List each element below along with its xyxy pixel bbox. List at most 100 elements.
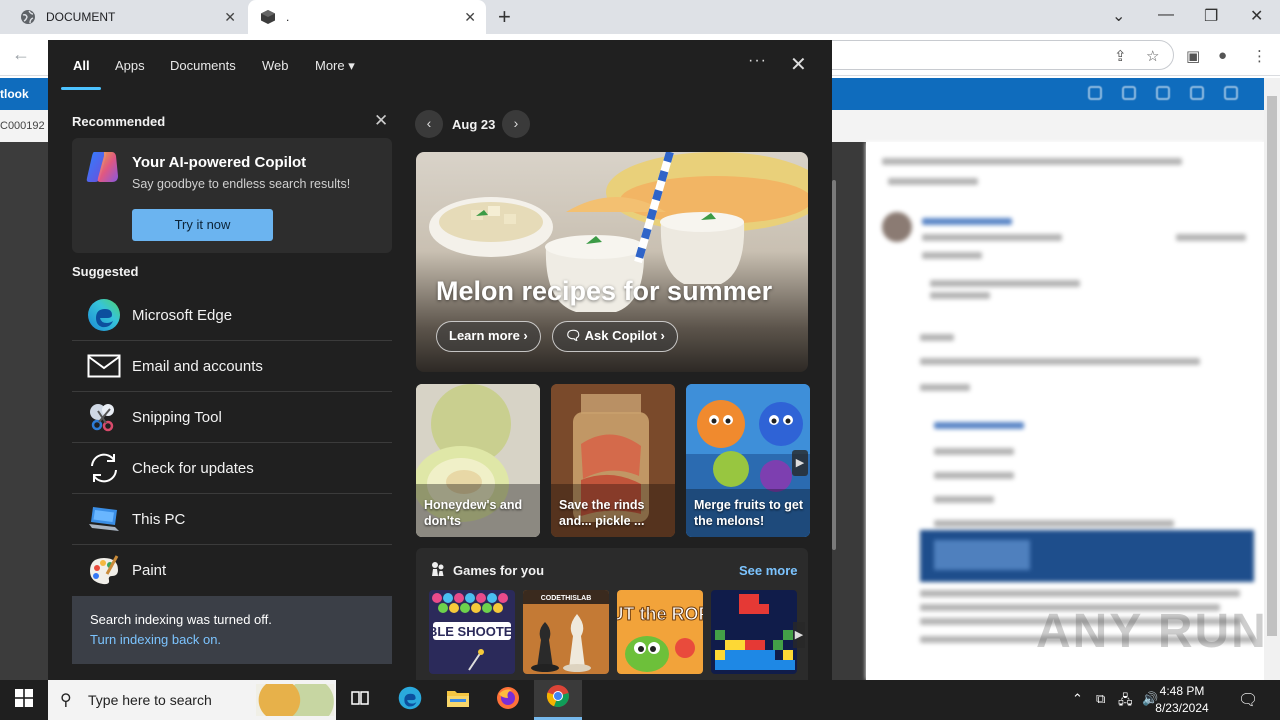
indexing-notice: Search indexing was turned off. Turn ind… xyxy=(72,596,392,664)
laptop-icon xyxy=(86,501,122,537)
toolbar-icon[interactable] xyxy=(1190,86,1204,100)
tab-close-icon[interactable]: ✕ xyxy=(464,9,476,26)
outlook-reading-pane xyxy=(866,142,1264,680)
outlook-subbar-text: C000192 xyxy=(0,120,45,132)
taskbar-search-box[interactable]: ⚲ Type here to search xyxy=(48,680,336,720)
panel-scrollbar[interactable] xyxy=(832,180,836,550)
app-label: This PC xyxy=(132,510,186,528)
side-panel-icon[interactable]: ▣ xyxy=(1186,47,1200,65)
chess-pawn-icon xyxy=(430,561,446,577)
refresh-icon xyxy=(86,450,122,486)
taskbar-chrome[interactable] xyxy=(534,680,582,720)
game-label: CODETHISLAB xyxy=(541,595,592,602)
see-more-games-link[interactable]: See more xyxy=(739,563,798,578)
suggested-app-edge[interactable]: Microsoft Edge xyxy=(72,290,392,341)
copilot-subtitle: Say goodbye to endless search results! xyxy=(132,177,351,191)
edge-icon xyxy=(86,297,122,333)
cube-icon xyxy=(260,9,276,25)
menu-kebab-icon[interactable]: ⋮ xyxy=(1252,47,1267,65)
tab-apps[interactable]: Apps xyxy=(115,58,145,73)
toolbar-icon[interactable] xyxy=(1088,86,1102,100)
chat-bubble-icon: 🗨 xyxy=(565,328,582,343)
suggested-app-paint[interactable]: Paint xyxy=(72,545,392,596)
windows-search-panel: All Apps Documents Web More ▾ ··· ✕ Reco… xyxy=(48,40,836,680)
games-heading: Games for you xyxy=(453,563,545,578)
start-button[interactable] xyxy=(0,680,48,720)
outlook-left-pane xyxy=(0,142,48,680)
tab-close-icon[interactable]: ✕ xyxy=(224,9,236,26)
next-day-button[interactable]: › xyxy=(502,110,530,138)
chess-image: CODETHISLAB xyxy=(523,590,609,674)
back-arrow-icon[interactable]: ← xyxy=(12,44,30,65)
notification-icon[interactable]: 🗨 xyxy=(1238,690,1258,710)
previous-day-button[interactable]: ‹ xyxy=(415,110,443,138)
edge-icon xyxy=(398,686,422,715)
learn-more-label: Learn more xyxy=(449,328,520,343)
taskbar-file-explorer[interactable] xyxy=(434,680,482,720)
games-next-arrow-icon[interactable]: ▶ xyxy=(793,622,805,648)
page-scrollbar[interactable] xyxy=(1264,78,1280,680)
tab-all[interactable]: All xyxy=(73,58,90,73)
card-pickle-rinds[interactable]: Save the rinds and... pickle ... xyxy=(551,384,675,537)
close-window-button[interactable]: ✕ xyxy=(1250,6,1263,26)
tab-more[interactable]: More ▾ xyxy=(315,58,355,74)
cards-next-arrow-icon[interactable]: ▶ xyxy=(792,450,808,476)
try-copilot-button[interactable]: Try it now xyxy=(132,209,273,241)
card-honeydew[interactable]: Honeydew's and don'ts xyxy=(416,384,540,537)
indexing-message: Search indexing was turned off. xyxy=(90,612,272,627)
tab-title: DOCUMENT xyxy=(46,10,116,24)
dismiss-recommended-icon[interactable]: ✕ xyxy=(374,111,388,131)
tab-web[interactable]: Web xyxy=(262,58,289,73)
tab-search-icon[interactable]: ⌄ xyxy=(1112,6,1125,26)
hero-card-melon-recipes[interactable]: Melon recipes for summer Learn more › 🗨 … xyxy=(416,152,808,372)
close-search-button[interactable]: ✕ xyxy=(790,52,807,77)
learn-more-button[interactable]: Learn more › xyxy=(436,321,541,352)
active-tab-indicator xyxy=(61,87,101,90)
tab-document[interactable]: DOCUMENT ✕ xyxy=(8,0,246,34)
game-label: BUBBLE SHOOTER HD xyxy=(429,624,515,639)
recommended-heading: Recommended xyxy=(72,114,166,129)
profile-icon[interactable]: ● xyxy=(1218,47,1227,64)
toolbar-icon[interactable] xyxy=(1122,86,1136,100)
suggested-app-this-pc[interactable]: This PC xyxy=(72,494,392,545)
more-options-icon[interactable]: ··· xyxy=(748,52,767,70)
taskbar-firefox[interactable] xyxy=(484,680,532,720)
card-title: Honeydew's and don'ts xyxy=(424,498,523,528)
search-icon: ⚲ xyxy=(60,692,72,709)
taskbar-edge[interactable] xyxy=(386,680,434,720)
clock-date: 8/23/2024 xyxy=(1155,701,1209,715)
share-icon[interactable]: ⇪ xyxy=(1114,47,1127,65)
tab-documents[interactable]: Documents xyxy=(170,58,236,73)
highlight-date: Aug 23 xyxy=(452,117,496,132)
tab-active[interactable]: . ✕ xyxy=(248,0,486,34)
toolbar-icon[interactable] xyxy=(1224,86,1238,100)
new-tab-button[interactable]: + xyxy=(498,4,511,30)
suggested-app-snipping[interactable]: Snipping Tool xyxy=(72,392,392,443)
suggested-heading: Suggested xyxy=(72,264,139,279)
app-label: Email and accounts xyxy=(132,357,263,375)
game-chess[interactable]: CODETHISLAB xyxy=(523,590,609,674)
turn-indexing-on-link[interactable]: Turn indexing back on. xyxy=(90,632,221,647)
tray-overflow-icon[interactable]: ⌃ xyxy=(1072,691,1083,707)
outlook-app-name: tlook xyxy=(0,87,29,101)
suggested-app-email[interactable]: Email and accounts xyxy=(72,341,392,392)
suggested-app-updates[interactable]: Check for updates xyxy=(72,443,392,494)
game-cut-the-rope[interactable]: CUT the ROPE xyxy=(617,590,703,674)
taskbar: ⚲ Type here to search ⌃ ⧉ 🖧 🔊 4:48 PM 8/… xyxy=(0,680,1280,720)
search-placeholder: Type here to search xyxy=(88,692,212,708)
game-bubble-shooter[interactable]: BUBBLE SHOOTER HD xyxy=(429,590,515,674)
scissors-icon xyxy=(86,399,122,435)
toolbar-icon[interactable] xyxy=(1156,86,1170,100)
device-icon[interactable]: ⧉ xyxy=(1096,691,1105,707)
watermark-logo: ANY RUN xyxy=(1036,605,1268,658)
game-blocks[interactable] xyxy=(711,590,797,674)
minimize-button[interactable]: — xyxy=(1158,6,1174,24)
restore-button[interactable]: ❐ xyxy=(1204,6,1218,26)
bookmark-star-icon[interactable]: ☆ xyxy=(1146,47,1159,65)
network-icon[interactable]: 🖧 xyxy=(1118,691,1133,713)
search-highlight-image xyxy=(256,684,334,716)
taskbar-clock[interactable]: 4:48 PM 8/23/2024 xyxy=(1140,683,1224,717)
ask-copilot-button[interactable]: 🗨 Ask Copilot › xyxy=(552,321,678,352)
app-label: Paint xyxy=(132,562,167,579)
task-view-button[interactable] xyxy=(336,680,384,720)
